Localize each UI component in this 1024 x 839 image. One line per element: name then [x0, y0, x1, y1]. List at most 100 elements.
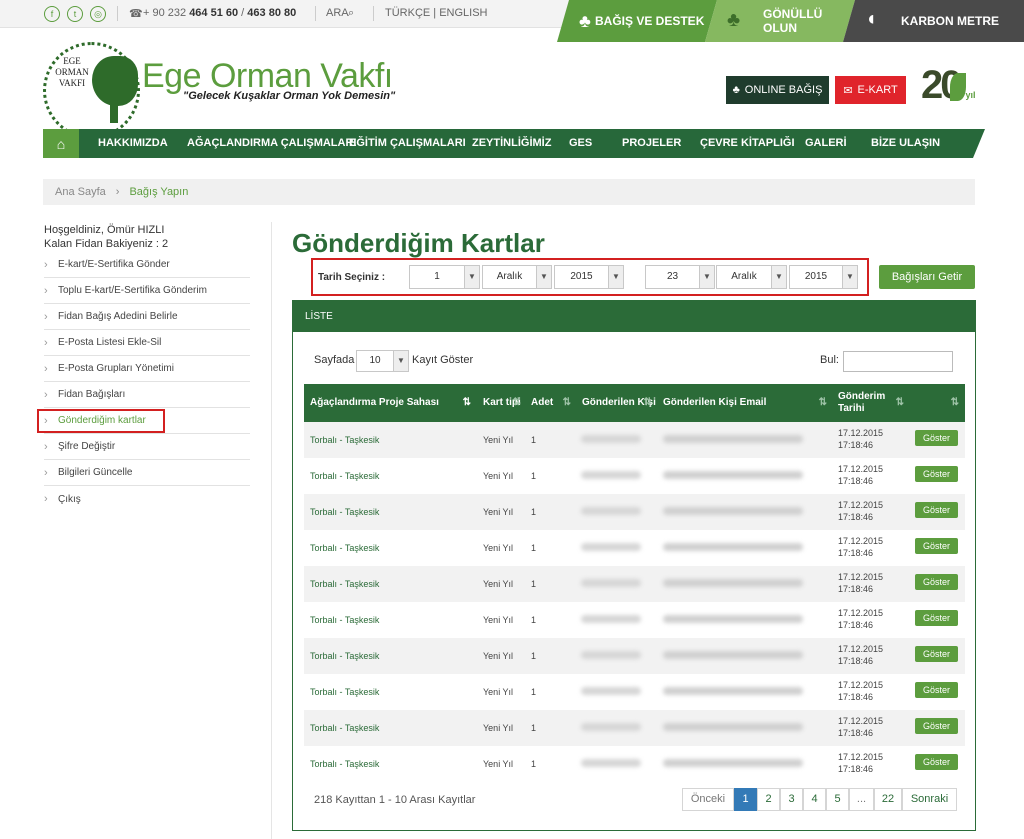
to-day-select[interactable]: 23 ▼ — [645, 265, 715, 289]
sidebar-item-label: Fidan Bağışları — [58, 389, 126, 400]
cell-type: Yeni Yıl — [483, 759, 514, 769]
show-card-button[interactable]: Göster — [915, 466, 958, 482]
sidebar-item-send-ecard[interactable]: › E-kart/E-Sertifika Gönder — [44, 252, 250, 278]
cell-date-time: 17:18:46 — [838, 548, 874, 558]
show-card-button[interactable]: Göster — [915, 574, 958, 590]
cell-date-day: 17.12.2015 — [838, 680, 884, 690]
sidebar-item-update-info[interactable]: › Bilgileri Güncelle — [44, 460, 250, 486]
sort-icon: ⇅ — [895, 397, 904, 408]
sidebar-item-bulk-send[interactable]: › Toplu E-kart/E-Sertifika Gönderim — [44, 278, 250, 304]
from-month-select[interactable]: Aralık ▼ — [482, 265, 552, 289]
logo-trunk — [110, 95, 118, 123]
search-input[interactable] — [843, 351, 953, 372]
show-card-button[interactable]: Göster — [915, 646, 958, 662]
from-day-select[interactable]: 1 ▼ — [409, 265, 480, 289]
show-card-button[interactable]: Göster — [915, 682, 958, 698]
donate-support-link[interactable]: ♣ BAĞIŞ VE DESTEK — [557, 0, 717, 42]
column-header-qty[interactable]: Adet ⇅ — [531, 384, 577, 422]
pagination-page[interactable]: 22 — [874, 788, 902, 811]
logo-text: EGE ORMAN VAKFI — [55, 56, 89, 88]
tree-icon: ♣ — [732, 84, 740, 96]
from-year-select[interactable]: 2015 ▼ — [554, 265, 624, 289]
sidebar-item-label: E-kart/E-Sertifika Gönder — [58, 259, 170, 270]
nav-olive-grove[interactable]: ZEYTİNLİĞİMİZ — [472, 129, 551, 158]
to-month-select[interactable]: Aralık ▼ — [716, 265, 787, 289]
cell-date-time: 17:18:46 — [838, 584, 874, 594]
sidebar-item-label: Şifre Değiştir — [58, 441, 116, 452]
page-length-select[interactable]: 10 ▼ — [356, 350, 409, 372]
sidebar-item-email-list[interactable]: › E-Posta Listesi Ekle-Sil — [44, 330, 250, 356]
facebook-icon[interactable]: f — [44, 6, 60, 22]
phone-2: 463 80 80 — [247, 7, 297, 19]
search-link[interactable]: ARA — [326, 7, 349, 19]
ekart-button[interactable]: ✉ E-KART — [835, 76, 906, 104]
column-header-email[interactable]: Gönderilen Kişi Email ⇅ — [663, 384, 833, 422]
pagination-next[interactable]: Sonraki — [902, 788, 957, 811]
instagram-icon[interactable]: ◎ — [90, 6, 106, 22]
column-header-site[interactable]: Ağaçlandırma Proje Sahası ⇅ — [310, 384, 477, 422]
nav-contact[interactable]: BİZE ULAŞIN — [871, 129, 940, 158]
show-card-button[interactable]: Göster — [915, 754, 958, 770]
chevron-down-icon: ▼ — [536, 266, 551, 288]
sidebar-item-set-count[interactable]: › Fidan Bağış Adedini Belirle — [44, 304, 250, 330]
cell-type: Yeni Yıl — [483, 615, 514, 625]
sidebar-item-donations[interactable]: › Fidan Bağışları — [44, 382, 250, 408]
column-header-recipient[interactable]: Gönderilen Kişi ⇅ — [582, 384, 658, 422]
pagination-page[interactable]: 2 — [757, 788, 780, 811]
cell-type: Yeni Yıl — [483, 543, 514, 553]
show-card-button[interactable]: Göster — [915, 502, 958, 518]
carbon-meter-label: KARBON METRE — [901, 14, 999, 28]
cell-date: 17.12.2015 17:18:46 — [838, 571, 883, 595]
column-header-type[interactable]: Kart tipi ⇅ — [483, 384, 527, 422]
nav-ges[interactable]: GES — [569, 129, 592, 158]
breadcrumb-current[interactable]: Bağış Yapın — [129, 186, 188, 198]
search-icon[interactable]: ⌕ — [348, 7, 354, 20]
show-card-button[interactable]: Göster — [915, 718, 958, 734]
fetch-donations-button[interactable]: Bağışları Getir — [879, 265, 975, 289]
cell-email-redacted — [663, 723, 803, 731]
cell-site: Torbalı - Taşkesik — [310, 543, 380, 553]
sidebar-item-email-groups[interactable]: › E-Posta Grupları Yönetimi — [44, 356, 250, 382]
page-length-value: 10 — [369, 355, 381, 366]
pagination-prev[interactable]: Önceki — [682, 788, 734, 811]
table-row: Torbalı - Taşkesik Yeni Yıl 1 17.12.2015 17:… — [304, 602, 965, 638]
envelope-icon: ✉ — [843, 84, 853, 97]
nav-education[interactable]: EĞİTİM ÇALIŞMALARI — [349, 129, 466, 158]
column-header-date[interactable]: Gönderim Tarihi ⇅ — [838, 384, 910, 422]
pagination-page[interactable]: 5 — [826, 788, 849, 811]
show-card-button[interactable]: Göster — [915, 538, 958, 554]
table-row: Torbalı - Taşkesik Yeni Yıl 1 17.12.2015 17:… — [304, 566, 965, 602]
nav-afforestation[interactable]: AĞAÇLANDIRMA ÇALIŞMALARI — [187, 129, 356, 158]
pagination-page[interactable]: 1 — [734, 788, 757, 811]
online-donation-button[interactable]: ♣ ONLINE BAĞIŞ — [726, 76, 829, 104]
cell-qty: 1 — [531, 615, 537, 625]
brand-slogan: "Gelecek Kuşaklar Orman Yok Demesin" — [183, 90, 396, 102]
home-icon[interactable]: ⌂ — [43, 129, 79, 158]
pagination-page[interactable]: 4 — [803, 788, 826, 811]
nav-gallery[interactable]: GALERİ — [805, 129, 847, 158]
show-card-button[interactable]: Göster — [915, 430, 958, 446]
chevron-right-icon: › — [44, 310, 48, 323]
nav-about[interactable]: HAKKIMIZDA — [98, 129, 168, 158]
language-switch[interactable]: TÜRKÇE | ENGLISH — [385, 7, 488, 19]
cell-date: 17.12.2015 17:18:46 — [838, 535, 883, 559]
sidebar-item-change-password[interactable]: › Şifre Değiştir — [44, 434, 250, 460]
cell-site: Torbalı - Taşkesik — [310, 687, 380, 697]
cell-qty: 1 — [531, 723, 537, 733]
cell-date-day: 17.12.2015 — [838, 536, 884, 546]
cell-date-day: 17.12.2015 — [838, 716, 884, 726]
sidebar-item-logout[interactable]: › Çıkış — [44, 486, 250, 512]
show-card-button[interactable]: Göster — [915, 610, 958, 626]
carbon-meter-link[interactable]: ◖ KARBON METRE — [843, 0, 1024, 42]
to-year-select[interactable]: 2015 ▼ — [789, 265, 858, 289]
nav-library[interactable]: ÇEVRE KİTAPLIĞI — [700, 129, 795, 158]
volunteer-link[interactable]: ♣ GÖNÜLLÜ OLUN — [705, 0, 855, 42]
cell-site: Torbalı - Taşkesik — [310, 579, 380, 589]
nav-projects[interactable]: PROJELER — [622, 129, 681, 158]
twitter-icon[interactable]: t — [67, 6, 83, 22]
breadcrumb-home[interactable]: Ana Sayfa — [55, 186, 106, 198]
cell-recipient-redacted — [581, 651, 641, 659]
cell-recipient-redacted — [581, 687, 641, 695]
cell-date-time: 17:18:46 — [838, 476, 874, 486]
pagination-page[interactable]: 3 — [780, 788, 803, 811]
